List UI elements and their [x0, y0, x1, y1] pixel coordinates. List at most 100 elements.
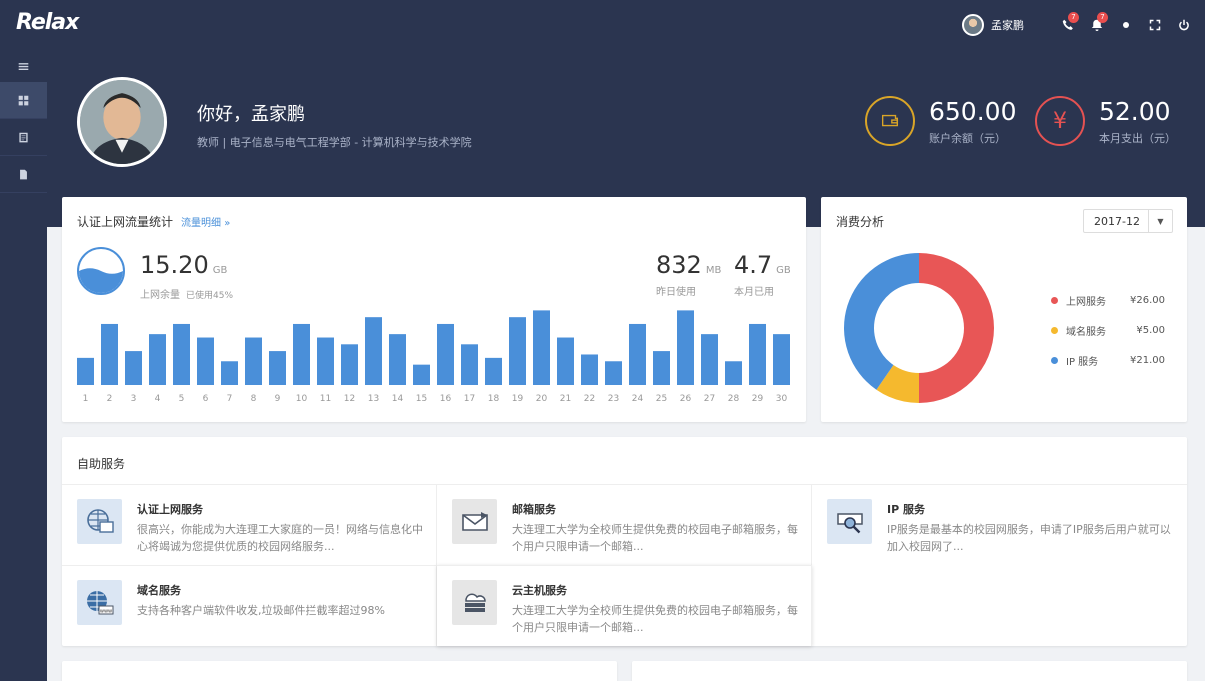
x-tick-label: 2	[107, 394, 113, 404]
x-tick-label: 4	[155, 394, 161, 404]
chevron-down-icon[interactable]: ▼	[1148, 210, 1172, 232]
legend-label: IP 服务	[1066, 357, 1099, 368]
month-select-value: 2017-12	[1094, 214, 1140, 228]
legend-label: 上网服务	[1066, 297, 1106, 308]
bottom-right-card	[632, 661, 1187, 681]
traffic-remain-gauge	[77, 247, 125, 295]
profile-info: 教师 | 电子信息与电气工程学部 - 计算机科学与技术学院	[197, 136, 472, 149]
yesterday-label: 昨日使用	[656, 287, 696, 298]
x-tick-label: 14	[392, 394, 404, 404]
service-desc: 支持各种客户端软件收发,垃圾邮件拦截率超过98%	[137, 604, 385, 617]
billing-icon	[19, 132, 28, 142]
sidebar-item-billing[interactable]	[0, 119, 47, 156]
greeting: 你好，孟家鹏	[197, 104, 305, 125]
x-tick-label: 27	[704, 394, 715, 404]
bell-icon[interactable]: 7	[1090, 12, 1108, 32]
traffic-bar	[125, 351, 142, 385]
service-desc: 大连理工大学为全校师生提供免费的校园电子邮箱服务，每个用户只限申请一个邮箱...	[512, 523, 798, 553]
service-ip[interactable]: IP 服务 IP服务是最基本的校园网服务，申请了IP服务后用户就可以加入校园网了…	[812, 484, 1187, 565]
balance-label: 账户余额（元）	[929, 131, 1006, 145]
traffic-bar	[749, 323, 766, 385]
traffic-bar	[173, 323, 190, 385]
service-name: 邮箱服务	[512, 503, 556, 516]
legend-dot	[1051, 327, 1058, 334]
traffic-bar	[293, 323, 310, 385]
traffic-bar	[365, 317, 382, 385]
x-tick-label: 16	[440, 394, 452, 404]
service-email[interactable]: 邮箱服务 大连理工大学为全校师生提供免费的校园电子邮箱服务，每个用户只限申请一个…	[437, 484, 812, 565]
traffic-bar	[269, 351, 286, 385]
month-select[interactable]: 2017-12 ▼	[1083, 209, 1173, 233]
sidebar-item-document[interactable]	[0, 156, 47, 193]
traffic-detail-link[interactable]: 流量明细 »	[181, 218, 230, 229]
traffic-bar	[485, 357, 502, 385]
spend-stat: ¥ 52.00 本月支出（元）	[1035, 96, 1176, 146]
power-icon[interactable]	[1177, 18, 1191, 32]
legend-dot	[1051, 357, 1058, 364]
globe-window-icon	[77, 499, 122, 544]
daily-traffic-chart: 1 2 3 4 5 6 7 8 9 10 11 12 13 14 15 16 17 18 19 20 21 22 23 24 2…	[77, 310, 790, 404]
user-avatar[interactable]	[962, 14, 984, 36]
sidebar-item-dashboard[interactable]	[0, 82, 47, 119]
traffic-title: 认证上网流量统计	[77, 215, 174, 229]
phone-icon[interactable]: 7	[1061, 12, 1079, 32]
spend-card-title: 消费分析	[836, 215, 885, 229]
services-card: 自助服务 认证上网服务 很高兴，你能成为大连理工大家庭的一员！网络与信息化中心将…	[62, 437, 1187, 646]
user-name[interactable]: 孟家鹏	[991, 17, 1024, 33]
service-name: 认证上网服务	[137, 503, 203, 516]
traffic-bar	[389, 334, 406, 385]
service-desc: IP服务是最基本的校园网服务，申请了IP服务后用户就可以加入校园网了...	[887, 523, 1171, 553]
legend-item: 域名服务 ¥5.00	[1051, 323, 1165, 338]
x-tick-label: 18	[488, 394, 500, 404]
legend-dot	[1051, 297, 1058, 304]
x-tick-label: 7	[227, 394, 233, 404]
x-tick-label: 29	[752, 394, 764, 404]
traffic-bar	[557, 337, 574, 385]
legend-item: 上网服务 ¥26.00	[1051, 293, 1165, 308]
legend-label: 域名服务	[1066, 327, 1106, 338]
donut-slice	[844, 253, 919, 390]
x-tick-label: 17	[464, 394, 475, 404]
traffic-bar	[317, 337, 334, 385]
traffic-bar	[197, 337, 214, 385]
traffic-bar	[533, 310, 550, 385]
traffic-bar	[221, 361, 238, 385]
traffic-bar	[341, 344, 358, 385]
svg-text:www: www	[99, 608, 111, 614]
traffic-bar	[245, 337, 262, 385]
service-cloud-host[interactable]: 云主机服务 大连理工大学为全校师生提供免费的校园电子邮箱服务，每个用户只限申请一…	[437, 565, 812, 646]
traffic-bar	[149, 334, 166, 385]
remain-value: 15.20	[140, 251, 209, 279]
x-tick-label: 1	[83, 394, 89, 404]
month-unit: GB	[776, 265, 791, 276]
traffic-bar	[461, 344, 478, 385]
x-tick-label: 20	[536, 394, 548, 404]
x-tick-label: 22	[584, 394, 595, 404]
traffic-card: 认证上网流量统计 流量明细 » 15.20 GB 上网余量 已使用45% 832 MB …	[62, 197, 806, 422]
settings-icon[interactable]	[1119, 18, 1133, 32]
traffic-bar	[677, 310, 694, 385]
service-auth-internet[interactable]: 认证上网服务 很高兴，你能成为大连理工大家庭的一员！网络与信息化中心将竭诚为您提…	[62, 484, 437, 565]
service-domain[interactable]: www 域名服务 支持各种客户端软件收发,垃圾邮件拦截率超过98%	[62, 565, 437, 646]
legend-amount: ¥21.00	[1130, 355, 1165, 366]
fullscreen-icon[interactable]	[1148, 18, 1162, 32]
x-tick-label: 9	[275, 394, 281, 404]
traffic-bar	[77, 357, 94, 385]
app-logo[interactable]: Relax	[16, 10, 79, 35]
x-tick-label: 24	[632, 394, 644, 404]
x-tick-label: 6	[203, 394, 209, 404]
profile-photo	[77, 77, 167, 167]
cloud-server-icon	[452, 580, 497, 625]
x-tick-label: 28	[728, 394, 740, 404]
sidebar-menu-toggle[interactable]	[0, 50, 47, 82]
search-server-icon	[827, 499, 872, 544]
service-desc: 大连理工大学为全校师生提供免费的校园电子邮箱服务，每个用户只限申请一个邮箱...	[512, 604, 798, 634]
spend-card: 消费分析 2017-12 ▼ 上网服务 ¥26.00 域名服务 ¥5.00 IP 服务 ¥…	[821, 197, 1187, 422]
traffic-bar	[413, 364, 430, 385]
legend-item: IP 服务 ¥21.00	[1051, 353, 1165, 368]
spend-label: 本月支出（元）	[1099, 131, 1176, 145]
remain-used: 已使用45%	[186, 291, 234, 301]
traffic-bar	[101, 323, 118, 385]
yesterday-unit: MB	[705, 265, 722, 276]
legend-amount: ¥26.00	[1130, 295, 1165, 306]
